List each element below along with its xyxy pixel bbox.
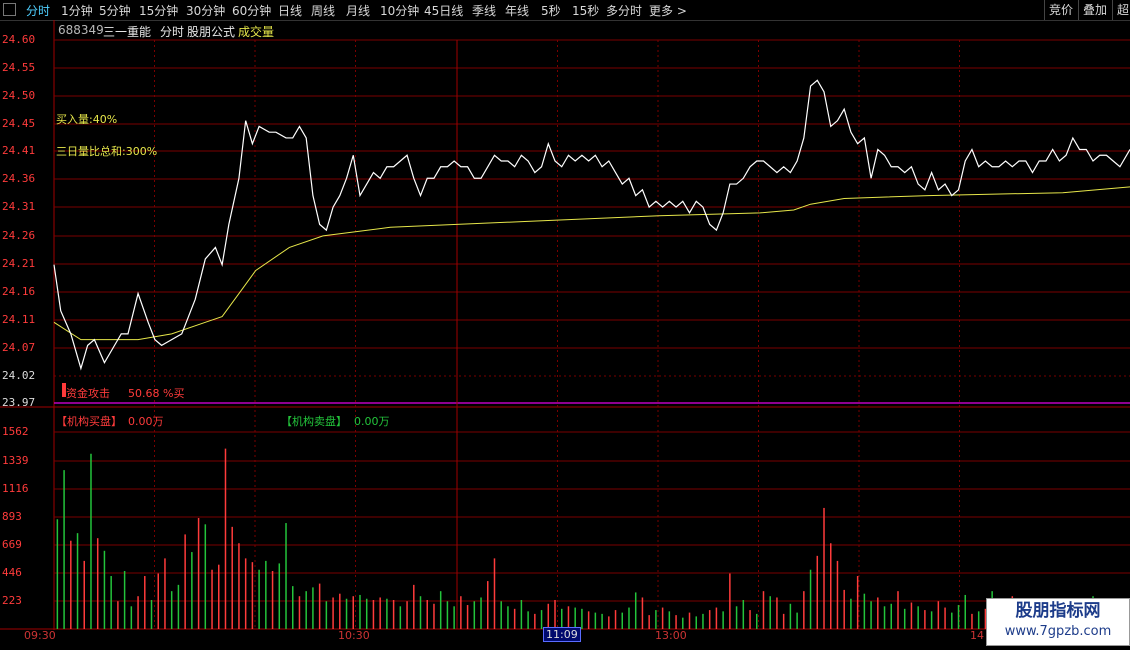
period-tab-3[interactable]: 15分钟 — [139, 2, 178, 19]
price-tick-label: 24.50 — [2, 89, 36, 102]
period-tab-14[interactable]: 15秒 — [572, 2, 599, 19]
period-tab-16[interactable]: 更多 > — [649, 2, 687, 19]
watermark-url: www.7gpzb.com — [1004, 624, 1112, 639]
time-label-1030: 10:30 — [338, 629, 370, 642]
price-tick-label: 24.55 — [2, 61, 36, 74]
formula-name: 股朋公式 — [187, 25, 236, 39]
time-label-0930: 09:30 — [24, 629, 56, 642]
price-tick-label: 24.11 — [2, 313, 36, 326]
price-tick-label: 24.02 — [2, 369, 36, 382]
volume-tick-label: 1339 — [2, 454, 29, 467]
period-toolbar: 分时 1分钟 5分钟 15分钟 30分钟 60分钟 日线 周线 月线 10分钟 45日线 季线 年线 5秒… — [0, 0, 1130, 21]
period-tab-12[interactable]: 年线 — [505, 2, 529, 19]
period-tab-4[interactable]: 30分钟 — [186, 2, 225, 19]
period-tab-0[interactable]: 分时 — [26, 2, 50, 19]
period-tab-9[interactable]: 10分钟 — [380, 2, 419, 19]
price-tick-label: 24.36 — [2, 172, 36, 185]
price-tick-label: 24.21 — [2, 257, 36, 270]
price-tick-label: 23.97 — [2, 396, 36, 409]
three-day-ratio-indicator: 三日量比总和:300% — [56, 145, 158, 158]
volume-label: 成交量 — [238, 25, 275, 39]
price-tick-label: 24.45 — [2, 117, 36, 130]
price-tick-label: 24.60 — [2, 33, 36, 46]
period-tab-6[interactable]: 日线 — [278, 2, 302, 19]
inst-sell-value: 0.00万 — [354, 415, 390, 428]
period-tab-5[interactable]: 60分钟 — [232, 2, 271, 19]
period-tab-10[interactable]: 45日线 — [424, 2, 463, 19]
capital-attack-value: 50.68 %买 — [128, 387, 185, 400]
price-tick-label: 24.07 — [2, 341, 36, 354]
chart-mode: 分时 — [160, 25, 185, 39]
watermark-title: 股朋指标网 — [1015, 601, 1101, 621]
cursor-time-label: 11:09 — [543, 627, 581, 642]
volume-tick-label: 1116 — [2, 482, 29, 495]
price-tick-label: 24.16 — [2, 285, 36, 298]
period-tab-7[interactable]: 周线 — [311, 2, 335, 19]
volume-tick-label: 893 — [2, 510, 22, 523]
toolbar-right-button-2[interactable]: 超 — [1112, 0, 1129, 20]
panel-toggle-icon[interactable] — [3, 3, 16, 16]
period-tab-15[interactable]: 多分时 — [606, 2, 642, 19]
inst-buy-label: 【机构买盘】 — [56, 415, 122, 428]
stock-name: 三一重能 — [103, 25, 152, 39]
volume-tick-label: 1562 — [2, 425, 29, 438]
period-tab-13[interactable]: 5秒 — [541, 2, 561, 19]
inst-sell-label: 【机构卖盘】 — [281, 415, 347, 428]
stock-code: 688349 — [58, 23, 104, 37]
price-tick-label: 24.31 — [2, 200, 36, 213]
avg-price-line — [53, 186, 1130, 341]
buy-volume-indicator: 买入量:40% — [56, 113, 118, 126]
period-tab-2[interactable]: 5分钟 — [99, 2, 131, 19]
toolbar-right-button-1[interactable]: 叠加 — [1078, 0, 1107, 20]
price-tick-label: 24.26 — [2, 229, 36, 242]
volume-tick-label: 223 — [2, 594, 22, 607]
toolbar-right-button-0[interactable]: 竞价 — [1044, 0, 1073, 20]
capital-attack-label: 资金攻击 — [66, 387, 110, 400]
price-tick-label: 24.41 — [2, 144, 36, 157]
period-tab-8[interactable]: 月线 — [346, 2, 370, 19]
period-tab-11[interactable]: 季线 — [472, 2, 496, 19]
intraday-chart — [0, 20, 1130, 630]
time-label-1300: 13:00 — [655, 629, 687, 642]
volume-tick-label: 669 — [2, 538, 22, 551]
period-tab-1[interactable]: 1分钟 — [61, 2, 93, 19]
watermark-logo: 股朋指标网 www.7gpzb.com — [986, 598, 1130, 646]
volume-tick-label: 446 — [2, 566, 22, 579]
time-label-14: 14 — [970, 629, 984, 642]
inst-buy-value: 0.00万 — [128, 415, 164, 428]
